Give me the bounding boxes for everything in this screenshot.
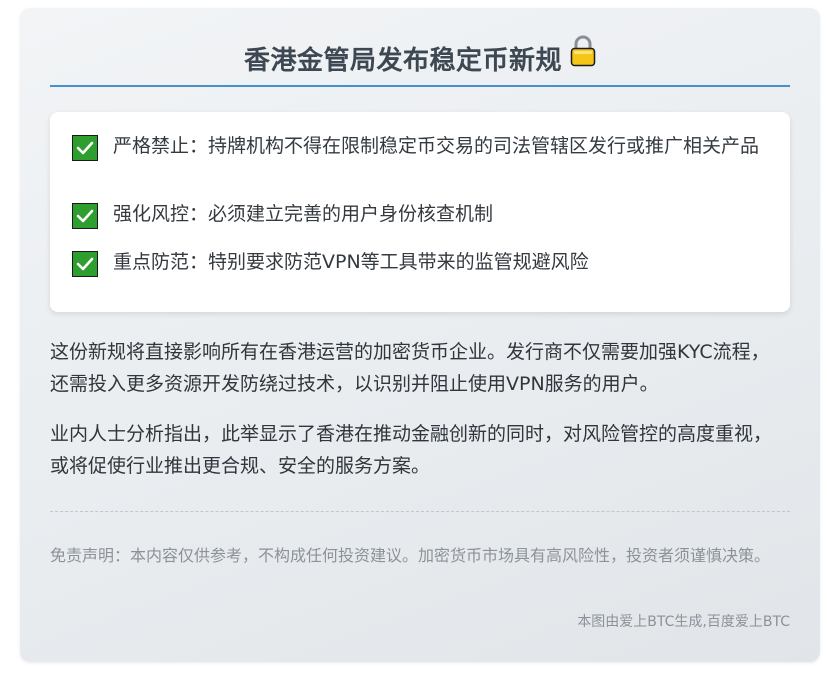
title-underline [50,85,790,87]
disclaimer-text: 免责声明：本内容仅供参考，不构成任何投资建议。加密货币市场具有高风险性，投资者须… [50,546,771,565]
credit-text: 本图由爱上BTC生成,百度爱上BTC [577,614,790,630]
list-item-text: 严格禁止：持牌机构不得在限制稳定币交易的司法管辖区发行或推广相关产品 [113,135,760,157]
rules-list: 严格禁止：持牌机构不得在限制稳定币交易的司法管辖区发行或推广相关产品 强化风控：… [50,112,790,312]
check-mark-icon [72,203,98,229]
list-item-text: 强化风控：必须建立完善的用户身份核查机制 [113,203,494,225]
check-mark-icon [72,135,98,161]
lock-icon [570,35,596,82]
check-mark-icon [72,251,98,277]
page-title: 香港金管局发布稳定币新规 [243,46,562,76]
list-item: 强化风控：必须建立完善的用户身份核查机制 [72,200,762,229]
list-item: 重点防范：特别要求防范VPN等工具带来的监管规避风险 [72,248,762,277]
body-paragraph: 这份新规将直接影响所有在香港运营的加密货币企业。发行商不仅需要加强KYC流程，还… [50,341,770,395]
dashed-divider [50,511,790,512]
title-row: 香港金管局发布稳定币新规 [50,35,790,84]
list-item-text: 重点防范：特别要求防范VPN等工具带来的监管规避风险 [113,251,589,273]
list-item: 严格禁止：持牌机构不得在限制稳定币交易的司法管辖区发行或推广相关产品 [72,132,762,161]
body-paragraph: 业内人士分析指出，此举显示了香港在推动金融创新的同时，对风险管控的高度重视，或将… [50,423,773,477]
article-card: 香港金管局发布稳定币新规 严格禁止：持牌机构不得在限制稳定币交易的司法管辖区发行… [20,8,820,662]
